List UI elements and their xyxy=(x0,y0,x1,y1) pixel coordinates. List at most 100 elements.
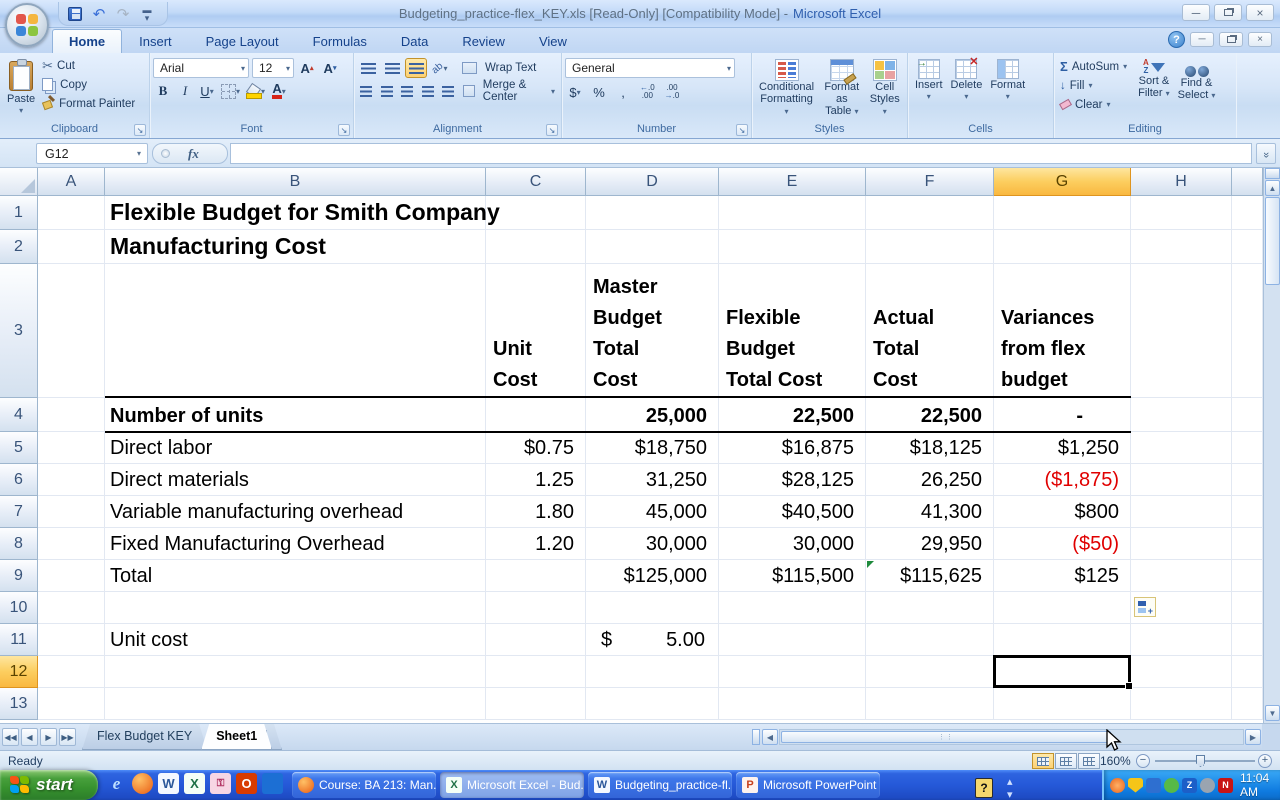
cell-content-D5[interactable]: $18,750 xyxy=(586,432,719,464)
help-tray-icon[interactable]: ? xyxy=(975,778,993,798)
increase-decimal-button[interactable]: ←.0.00 xyxy=(637,83,658,101)
minimize-button[interactable]: ─ xyxy=(1182,4,1210,21)
name-box-dropdown-icon[interactable]: ▾ xyxy=(131,149,147,158)
cell-D10[interactable] xyxy=(586,592,719,624)
cell-content-F3[interactable]: ActualTotalCost xyxy=(866,264,994,398)
font-name-select[interactable]: Arial▾ xyxy=(153,58,249,78)
workbook-restore-button[interactable] xyxy=(1219,32,1243,47)
cell-A12[interactable] xyxy=(38,656,105,688)
column-header-E[interactable]: E xyxy=(719,168,866,196)
cell-content-G8[interactable]: ($50) xyxy=(994,528,1131,560)
cell-A3[interactable] xyxy=(38,264,105,398)
cell-content-E4[interactable]: 22,500 xyxy=(719,398,866,432)
cell-G1[interactable] xyxy=(994,196,1131,230)
decrease-indent-button[interactable] xyxy=(419,81,438,101)
cell-content-B7[interactable]: Variable manufacturing overhead xyxy=(105,496,486,528)
scroll-right-icon[interactable]: ▶ xyxy=(1245,729,1261,745)
cell-A2[interactable] xyxy=(38,230,105,264)
cell-content-B11[interactable]: Unit cost xyxy=(105,624,486,656)
cell-content-E6[interactable]: $28,125 xyxy=(719,464,866,496)
cell-content-E9[interactable]: $115,500 xyxy=(719,560,866,592)
cell-G10[interactable] xyxy=(994,592,1131,624)
cell-C11[interactable] xyxy=(486,624,586,656)
start-button[interactable]: start xyxy=(0,770,98,800)
cell-content-G3[interactable]: Variancesfrom flexbudget xyxy=(994,264,1131,398)
name-box[interactable]: G12 ▾ xyxy=(36,143,148,164)
undo-icon[interactable]: ↶ xyxy=(89,4,109,24)
cell-G13[interactable] xyxy=(994,688,1131,720)
cell-H4[interactable] xyxy=(1131,398,1232,432)
merge-center-button[interactable]: Merge & Center▾ xyxy=(460,82,559,101)
cell-content-G5[interactable]: $1,250 xyxy=(994,432,1131,464)
column-header-H[interactable]: H xyxy=(1131,168,1232,196)
expand-formula-bar-icon[interactable]: » xyxy=(1256,143,1276,164)
cell-F2[interactable] xyxy=(866,230,994,264)
outlook-icon[interactable]: O xyxy=(236,773,257,794)
cell-content-D8[interactable]: 30,000 xyxy=(586,528,719,560)
cell-content-E7[interactable]: $40,500 xyxy=(719,496,866,528)
format-painter-button[interactable]: Format Painter xyxy=(39,94,138,113)
cell-A4[interactable] xyxy=(38,398,105,432)
column-header-B[interactable]: B xyxy=(105,168,486,196)
cell-content-C5[interactable]: $0.75 xyxy=(486,432,586,464)
shrink-font-button[interactable]: A▾ xyxy=(320,58,340,78)
underline-button[interactable]: U▾ xyxy=(197,81,217,101)
number-format-select[interactable]: General▾ xyxy=(565,58,735,78)
cell-A10[interactable] xyxy=(38,592,105,624)
sheet-tab-sheet1[interactable]: Sheet1 xyxy=(201,724,272,750)
align-left-button[interactable] xyxy=(357,81,376,101)
cell-content-D7[interactable]: 45,000 xyxy=(586,496,719,528)
cell-A6[interactable] xyxy=(38,464,105,496)
row-header-5[interactable]: 5 xyxy=(0,432,38,464)
orientation-button[interactable]: ab▾ xyxy=(429,58,451,78)
z-icon[interactable]: Z xyxy=(1182,778,1197,793)
cell-content-E3[interactable]: FlexibleBudgetTotal Cost xyxy=(719,264,866,398)
tab-home[interactable]: Home xyxy=(52,29,122,53)
cell-H12[interactable] xyxy=(1131,656,1232,688)
green-icon[interactable] xyxy=(1164,778,1179,793)
cell-C10[interactable] xyxy=(486,592,586,624)
copy-button[interactable]: Copy xyxy=(39,75,138,94)
row-header-11[interactable]: 11 xyxy=(0,624,38,656)
cell-E1[interactable] xyxy=(719,196,866,230)
orange-icon[interactable] xyxy=(1110,778,1125,793)
percent-style-button[interactable]: % xyxy=(589,82,609,102)
number-dialog-launcher-icon[interactable]: ↘ xyxy=(736,124,748,136)
scroll-down-icon[interactable]: ▼ xyxy=(1265,705,1280,721)
smart-tag-icon[interactable]: + xyxy=(1134,597,1156,617)
cell-H9[interactable] xyxy=(1131,560,1232,592)
cell-content-F7[interactable]: 41,300 xyxy=(866,496,994,528)
cell-content-D6[interactable]: 31,250 xyxy=(586,464,719,496)
cell-content-G4[interactable]: - xyxy=(994,398,1131,432)
sort-filter-button[interactable]: AZ Sort & Filter ▾ xyxy=(1134,56,1174,122)
cell-B12[interactable] xyxy=(105,656,486,688)
row-header-10[interactable]: 10 xyxy=(0,592,38,624)
zoom-slider-track[interactable] xyxy=(1155,760,1255,762)
cell-A1[interactable] xyxy=(38,196,105,230)
cell-B3[interactable] xyxy=(105,264,486,398)
vertical-split-handle[interactable] xyxy=(1265,168,1280,179)
save-icon[interactable] xyxy=(65,4,85,24)
clear-button[interactable]: Clear▾ xyxy=(1057,95,1130,114)
keys-icon[interactable]: ⚿ xyxy=(210,773,231,794)
cell-H2[interactable] xyxy=(1131,230,1232,264)
cell-D2[interactable] xyxy=(586,230,719,264)
row-header-13[interactable]: 13 xyxy=(0,688,38,720)
gray-icon[interactable] xyxy=(1200,778,1215,793)
cell-C13[interactable] xyxy=(486,688,586,720)
cell-content-G7[interactable]: $800 xyxy=(994,496,1131,528)
ie-icon[interactable]: e xyxy=(106,773,127,794)
cell-content-B5[interactable]: Direct labor xyxy=(105,432,486,464)
cell-C4[interactable] xyxy=(486,398,586,432)
normal-view-icon[interactable] xyxy=(1032,753,1054,769)
cell-H7[interactable] xyxy=(1131,496,1232,528)
cell-C12[interactable] xyxy=(486,656,586,688)
cell-content-C6[interactable]: 1.25 xyxy=(486,464,586,496)
cell-content-G6[interactable]: ($1,875) xyxy=(994,464,1131,496)
workbook-close-button[interactable]: × xyxy=(1248,32,1272,47)
cell-content-C8[interactable]: 1.20 xyxy=(486,528,586,560)
borders-button[interactable]: ▾ xyxy=(219,81,242,101)
conditional-formatting-button[interactable]: Conditional Formatting ▾ xyxy=(755,56,818,122)
cell-C1[interactable] xyxy=(486,196,586,230)
row-header-9[interactable]: 9 xyxy=(0,560,38,592)
